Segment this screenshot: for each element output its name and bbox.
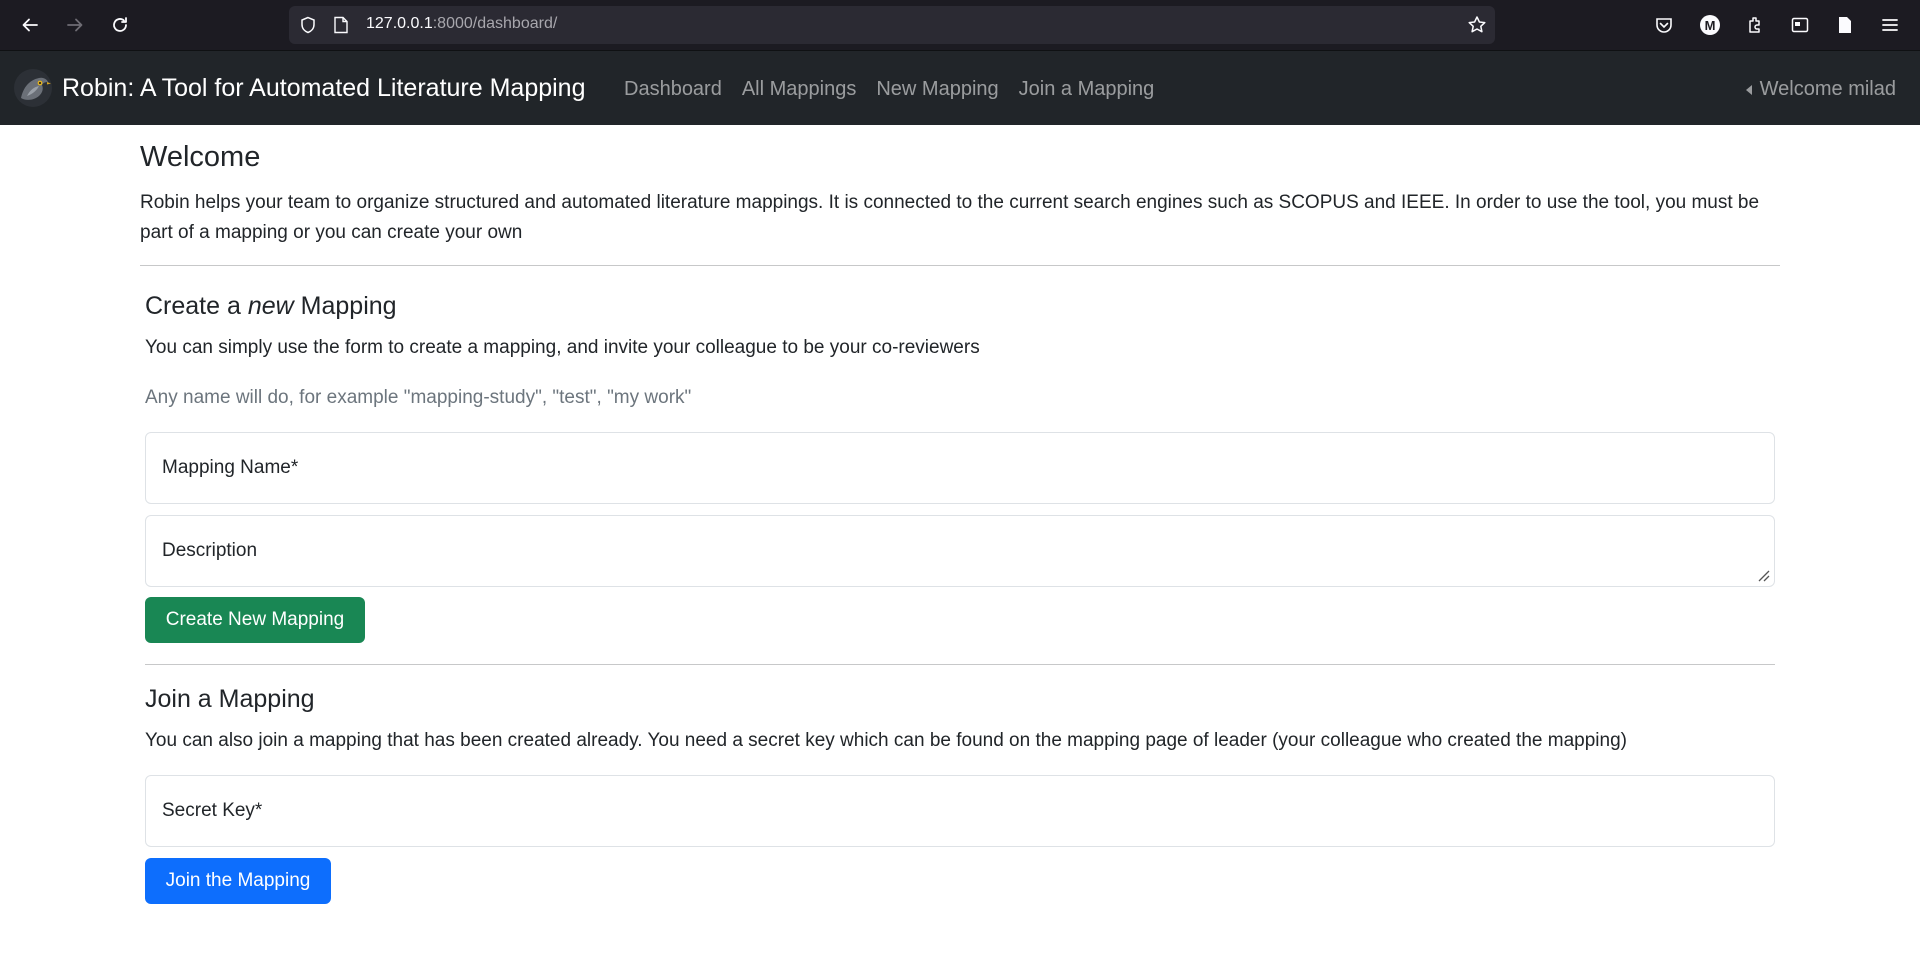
menu-hamburger-icon[interactable] [1878,13,1902,37]
create-new-mapping-button[interactable]: Create New Mapping [145,597,365,643]
intro-text: Robin helps your team to organize struct… [140,192,1760,243]
page-title: Welcome [140,141,261,173]
secret-key-field[interactable]: Secret Key* [145,775,1775,847]
browser-toolbar: 127.0.0.1:8000/dashboard/ M [0,0,1920,50]
account-icon[interactable]: M [1698,13,1722,37]
create-section-text: You can simply use the form to create a … [145,337,980,358]
nav-link-all-mappings[interactable]: All Mappings [742,78,857,101]
forward-arrow-icon[interactable] [63,13,87,37]
description-field[interactable]: Description [145,515,1775,587]
reload-icon[interactable] [108,13,132,37]
bookmark-star-icon[interactable] [1467,15,1487,35]
mapping-name-input[interactable] [146,433,1774,503]
user-dropdown[interactable]: Welcome milad [1745,78,1896,101]
nav-link-join-mapping[interactable]: Join a Mapping [1019,78,1155,101]
join-section-text: You can also join a mapping that has bee… [145,730,1627,751]
divider [145,664,1775,665]
create-section-title: Create a new Mapping [145,292,397,320]
shield-icon[interactable] [299,16,317,34]
reader-document-icon[interactable] [1833,13,1857,37]
pocket-icon[interactable] [1652,13,1676,37]
description-input[interactable] [146,516,1774,586]
mapping-name-hint: Any name will do, for example "mapping-s… [145,387,692,408]
divider [140,265,1780,266]
caret-left-icon [1745,84,1752,95]
join-mapping-button[interactable]: Join the Mapping [145,858,331,904]
nav-links: Dashboard All Mappings New Mapping Join … [624,78,1154,101]
resize-grip-icon[interactable] [1756,568,1770,582]
brand-title[interactable]: Robin: A Tool for Automated Literature M… [62,74,586,103]
welcome-user-label: Welcome milad [1759,78,1896,100]
back-arrow-icon[interactable] [18,13,42,37]
mapping-name-field[interactable]: Mapping Name* [145,432,1775,504]
url-text[interactable]: 127.0.0.1:8000/dashboard/ [366,15,557,33]
secret-key-input[interactable] [146,776,1774,846]
app-navbar: Robin: A Tool for Automated Literature M… [0,50,1920,125]
address-bar[interactable]: 127.0.0.1:8000/dashboard/ [289,6,1495,44]
nav-link-dashboard[interactable]: Dashboard [624,78,722,101]
nav-link-new-mapping[interactable]: New Mapping [876,78,998,101]
page-icon [334,16,348,34]
join-section-title: Join a Mapping [145,685,315,713]
container-icon[interactable] [1788,13,1812,37]
robin-bird-logo-icon[interactable] [13,68,53,108]
extensions-icon[interactable] [1743,13,1767,37]
